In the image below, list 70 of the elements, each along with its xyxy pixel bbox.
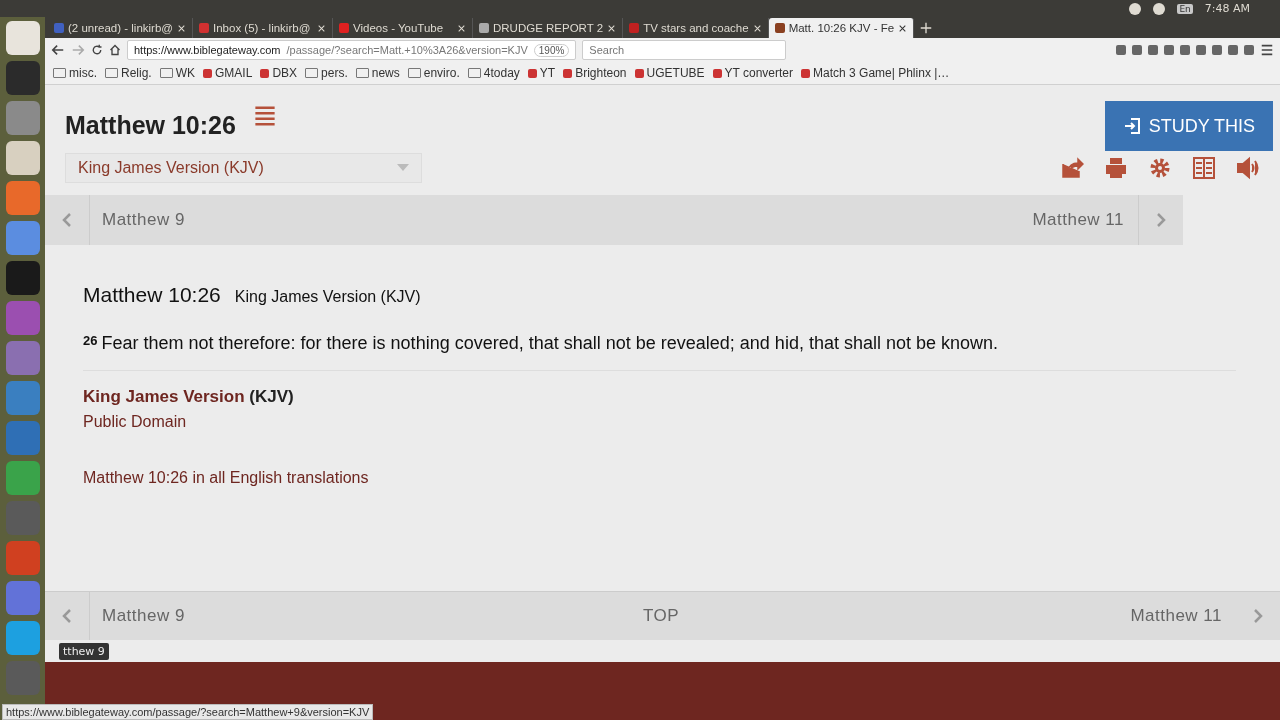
version-copyright: King James Version (KJV) xyxy=(83,387,295,407)
parallel-columns-icon[interactable] xyxy=(1192,156,1216,180)
address-bar[interactable]: https://www.biblegateway.com /passage/?search=Matt.+10%3A26&version=KJV 190% xyxy=(127,40,577,60)
clock[interactable]: 7:48 AM xyxy=(1204,2,1250,15)
bookmark[interactable]: Relig. xyxy=(105,66,152,80)
chevron-right-icon[interactable] xyxy=(1155,212,1167,228)
close-tab-icon[interactable] xyxy=(317,23,326,33)
next-chapter-link[interactable]: Matthew 11 xyxy=(1130,606,1222,625)
bookmark[interactable]: enviro. xyxy=(407,66,460,80)
all-translations-link[interactable]: Matthew 10:26 in all English translations xyxy=(83,469,369,487)
forward-icon[interactable] xyxy=(71,43,85,57)
close-tab-icon[interactable] xyxy=(607,23,617,33)
previous-chapter-link[interactable]: Matthew 9 xyxy=(102,210,185,229)
bookmark[interactable]: Brighteon xyxy=(563,66,627,80)
verse-text: 26 Fear them not therefore: for there is nothing covered, that shall not be revealed; and hid, that shall not be known. xyxy=(83,333,1236,371)
favicon-icon xyxy=(199,23,209,33)
back-icon[interactable] xyxy=(51,43,65,57)
menu-icon[interactable] xyxy=(253,105,276,127)
bookmark[interactable]: 4today xyxy=(467,66,520,80)
close-tab-icon[interactable] xyxy=(177,23,186,33)
share-icon[interactable] xyxy=(1060,156,1084,180)
bookmark[interactable]: YT converter xyxy=(712,66,794,80)
chevron-left-icon[interactable] xyxy=(61,212,73,228)
favicon-icon xyxy=(479,23,489,33)
favicon-icon xyxy=(629,23,640,33)
bookmark[interactable]: pers. xyxy=(305,66,348,80)
bookmark[interactable]: misc. xyxy=(53,66,97,80)
favicon-icon xyxy=(54,23,64,33)
chevron-left-icon[interactable] xyxy=(61,608,73,624)
favicon-icon xyxy=(339,23,349,33)
new-tab-icon[interactable] xyxy=(920,22,933,34)
app-launcher-icon[interactable] xyxy=(5,621,40,655)
bookmark[interactable]: UGETUBE xyxy=(634,66,705,80)
bookmark[interactable]: WK xyxy=(159,66,196,80)
bookmark[interactable]: Match 3 Game| Phlinx |… xyxy=(801,66,950,80)
browser-tab[interactable]: Matt. 10:26 KJV - Fe xyxy=(768,18,915,38)
bookmark[interactable]: news xyxy=(355,66,400,80)
settings-icon[interactable] xyxy=(1148,156,1172,180)
close-tab-icon[interactable] xyxy=(457,23,466,33)
passage-heading: Matthew 10:26 xyxy=(83,283,221,307)
caret-icon xyxy=(397,164,409,172)
print-icon[interactable] xyxy=(1104,156,1128,180)
sign-in-icon xyxy=(1122,117,1141,135)
version-dropdown[interactable]: King James Version (KJV) xyxy=(65,153,422,183)
chevron-right-icon[interactable] xyxy=(1252,608,1264,624)
bookmark[interactable]: YT xyxy=(527,66,556,80)
passage-version: King James Version (KJV) xyxy=(234,288,421,306)
audio-icon[interactable] xyxy=(1236,156,1260,180)
app-launcher-icon[interactable] xyxy=(5,61,40,95)
reload-icon[interactable] xyxy=(91,44,103,56)
bookmark[interactable]: GMAIL xyxy=(203,66,253,80)
copyright-notice: Public Domain xyxy=(83,413,188,431)
status-url: https://www.biblegateway.com/passage/?search=Matthew+9&version=KJV xyxy=(2,704,374,720)
favicon-icon xyxy=(774,23,785,33)
study-this-button[interactable]: STUDY THIS xyxy=(1104,101,1273,151)
app-launcher-icon[interactable] xyxy=(5,261,40,295)
tooltip: tthew 9 xyxy=(59,643,109,660)
home-icon[interactable] xyxy=(109,44,121,56)
bookmark[interactable]: DBX xyxy=(260,66,298,80)
keyboard-layout-indicator[interactable]: En xyxy=(1177,3,1193,14)
search-field[interactable]: Search xyxy=(582,40,787,60)
app-launcher-icon[interactable] xyxy=(5,141,40,175)
next-chapter-link[interactable]: Matthew 11 xyxy=(1018,210,1138,230)
previous-chapter-link[interactable]: Matthew 9 xyxy=(102,606,185,625)
menu-icon[interactable] xyxy=(1260,43,1274,57)
close-tab-icon[interactable] xyxy=(898,23,908,33)
close-tab-icon[interactable] xyxy=(752,23,762,33)
page-title: Matthew 10:26 xyxy=(65,111,236,140)
app-launcher-icon[interactable] xyxy=(5,21,40,55)
top-link[interactable]: TOP xyxy=(642,606,680,625)
